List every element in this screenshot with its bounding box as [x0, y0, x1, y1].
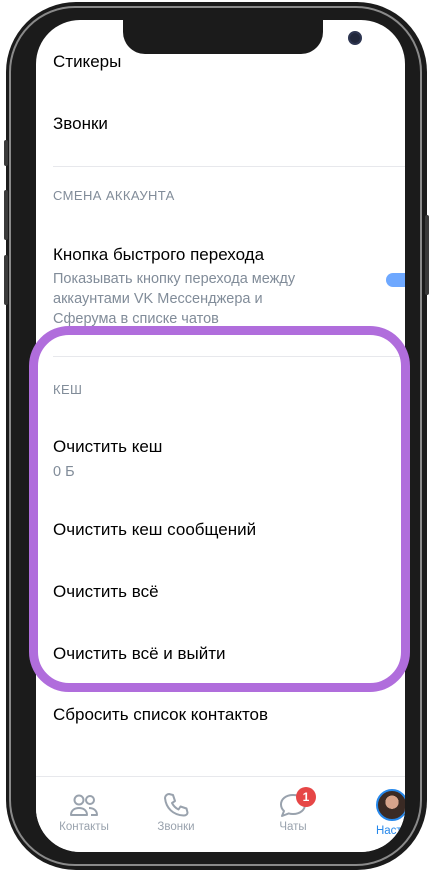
- calls-item[interactable]: Звонки: [53, 114, 108, 134]
- volume-down-button: [4, 255, 8, 305]
- divider: [53, 166, 405, 167]
- chats-unread-badge: 1: [296, 787, 316, 807]
- mute-switch: [4, 140, 8, 166]
- account-section-header: СМЕНА АККАУНТА: [53, 188, 175, 203]
- volume-up-button: [4, 190, 8, 240]
- front-camera: [348, 31, 362, 45]
- cache-section-highlight: [29, 326, 410, 692]
- tab-settings[interactable]: Настр: [347, 777, 405, 847]
- quick-switch-description-line-2: аккаунтами VK Мессенджера и: [53, 291, 263, 307]
- tab-bar: Контакты Звонки 1 Чаты Настр: [36, 776, 405, 852]
- quick-switch-title[interactable]: Кнопка быстрого перехода: [53, 245, 264, 265]
- tab-calls[interactable]: Звонки: [131, 777, 221, 847]
- notch: [123, 20, 362, 54]
- stickers-item[interactable]: Стикеры: [53, 52, 121, 72]
- quick-switch-description-line-1: Показывать кнопку перехода между: [53, 271, 296, 287]
- quick-switch-toggle[interactable]: [386, 273, 405, 287]
- phone-icon: [164, 793, 189, 817]
- reset-contacts-item[interactable]: Сбросить список контактов: [53, 705, 268, 725]
- tab-calls-label: Звонки: [157, 821, 195, 833]
- contacts-icon: [70, 794, 98, 816]
- tab-contacts-label: Контакты: [59, 821, 109, 833]
- profile-avatar: [376, 789, 405, 821]
- tab-settings-label: Настр: [375, 825, 405, 837]
- tab-chats-label: Чаты: [279, 821, 307, 833]
- power-button: [425, 215, 429, 295]
- tab-contacts[interactable]: Контакты: [39, 777, 129, 847]
- tab-chats[interactable]: 1 Чаты: [248, 777, 338, 847]
